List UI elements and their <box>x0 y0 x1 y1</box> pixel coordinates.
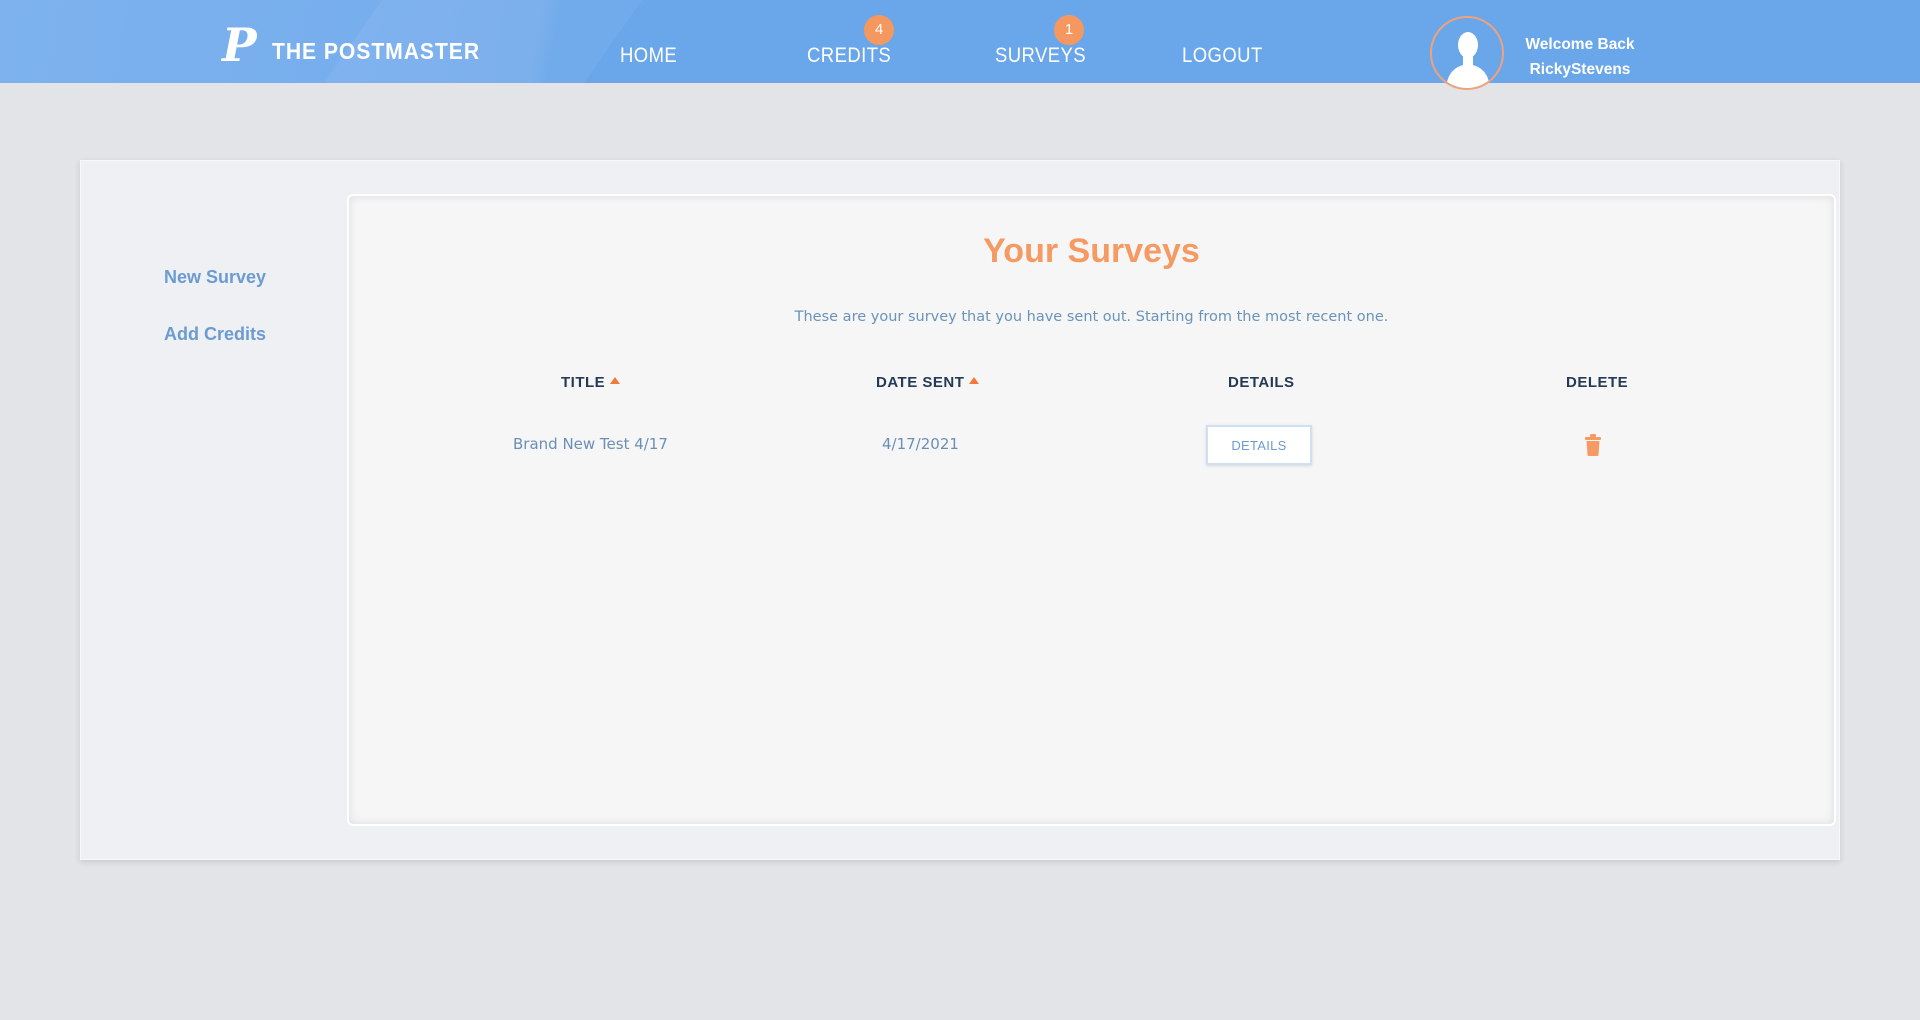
nav-credits[interactable]: CREDITS <box>807 44 891 68</box>
column-header-title[interactable]: TITLE <box>561 374 621 391</box>
details-button[interactable]: DETAILS <box>1206 425 1312 465</box>
credits-count-badge: 4 <box>864 15 894 45</box>
column-header-delete: DELETE <box>1566 374 1629 391</box>
welcome-message: Welcome Back RickyStevens <box>1520 32 1640 82</box>
postmaster-logo-icon[interactable]: P <box>222 22 257 68</box>
survey-date-cell: 4/17/2021 <box>882 435 959 453</box>
welcome-label: Welcome Back <box>1525 36 1635 53</box>
username: RickyStevens <box>1529 61 1631 78</box>
nav-surveys[interactable]: SURVEYS <box>995 44 1086 68</box>
column-header-details: DETAILS <box>1228 374 1295 391</box>
avatar[interactable] <box>1430 16 1504 90</box>
sort-ascending-icon[interactable] <box>969 377 980 384</box>
surveys-panel <box>347 194 1836 826</box>
column-header-date-sent-label: DATE SENT <box>876 374 965 391</box>
sidebar-item-add-credits[interactable]: Add Credits <box>164 324 266 345</box>
sidebar-item-new-survey[interactable]: New Survey <box>164 267 266 288</box>
surveys-count-badge: 1 <box>1054 15 1084 45</box>
sort-ascending-icon[interactable] <box>610 377 621 384</box>
nav-logout[interactable]: LOGOUT <box>1182 44 1263 68</box>
trash-icon[interactable] <box>1584 434 1602 456</box>
column-header-title-label: TITLE <box>561 374 606 391</box>
brand-name[interactable]: THE POSTMASTER <box>272 38 480 65</box>
nav-home[interactable]: HOME <box>620 44 677 68</box>
column-header-date-sent[interactable]: DATE SENT <box>876 374 980 391</box>
survey-title-cell: Brand New Test 4/17 <box>513 435 668 453</box>
